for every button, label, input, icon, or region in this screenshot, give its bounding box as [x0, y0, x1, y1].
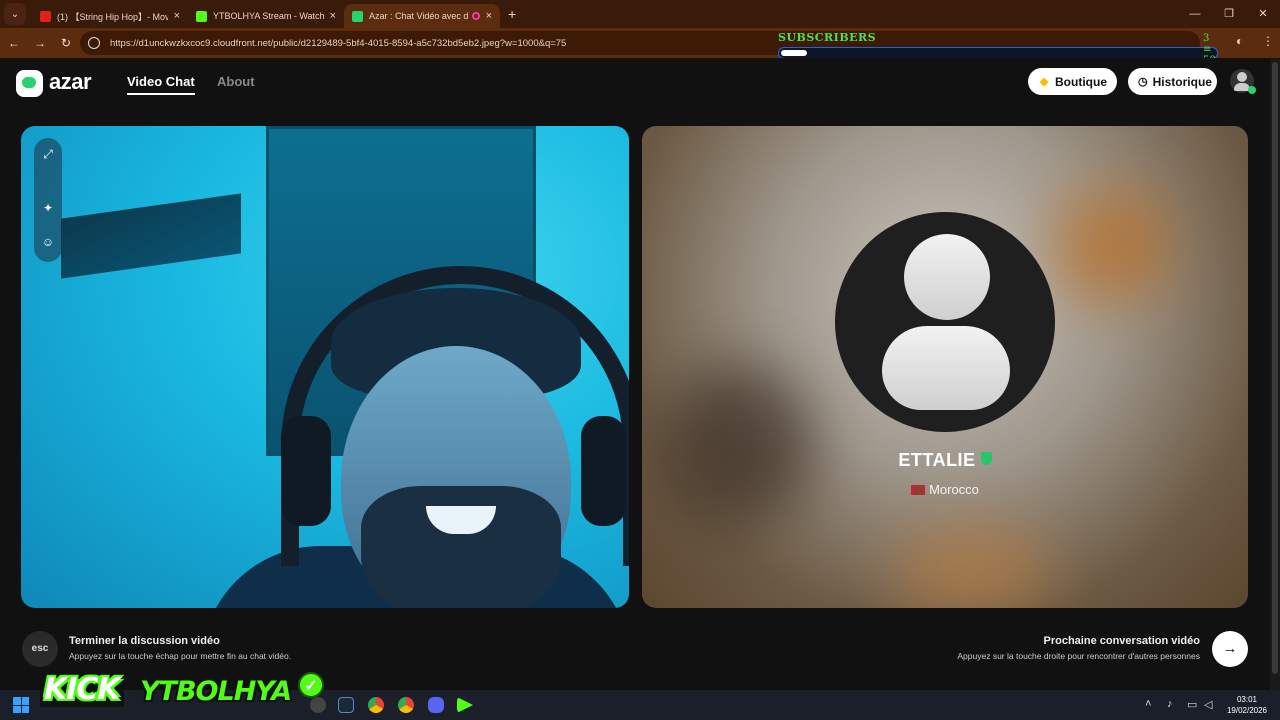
kick-favicon-icon	[196, 10, 207, 22]
remote-user-name-row: ETTALIE	[642, 450, 1248, 471]
steam-icon[interactable]	[338, 697, 354, 713]
close-tab-icon[interactable]: ×	[486, 10, 492, 22]
sticker-face-icon[interactable]: ☺	[40, 234, 56, 250]
microphone-icon[interactable]: ♪	[1167, 698, 1173, 710]
historique-button[interactable]: ◷ Historique	[1128, 68, 1217, 95]
close-tab-icon[interactable]: ×	[330, 10, 336, 22]
browser-tab-strip: ⌄ (1) 【String Hip Hop】- Move Qu × YTBOLH…	[0, 0, 1280, 28]
next-chat-button[interactable]: →	[1212, 631, 1248, 667]
close-tab-icon[interactable]: ×	[174, 10, 180, 22]
restore-button[interactable]: ❐	[1212, 0, 1246, 28]
expand-icon[interactable]: ⤢	[40, 146, 56, 162]
gem-icon: ◆	[1039, 76, 1049, 88]
verified-shield-icon	[980, 452, 992, 465]
nav-about[interactable]: About	[217, 74, 255, 89]
azar-header: azar Video Chat About ◆ Boutique ◷ Histo…	[0, 58, 1270, 110]
tab-kick[interactable]: YTBOLHYA Stream - Watch Live ×	[188, 4, 344, 28]
online-status-dot	[1248, 86, 1256, 94]
youtube-favicon-icon	[40, 10, 51, 22]
tray-chevron-icon[interactable]: ˄	[1145, 698, 1151, 710]
new-tab-button[interactable]: +	[508, 6, 516, 22]
tab-title: Azar : Chat Vidéo avec de n	[369, 11, 468, 21]
forward-arrow-icon[interactable]: →	[28, 36, 52, 50]
person-beard	[361, 486, 561, 608]
remote-avatar-body	[882, 326, 1010, 410]
display-icon[interactable]: ▭	[1187, 698, 1197, 711]
back-arrow-icon[interactable]: ←	[2, 36, 26, 50]
blurred-background	[1052, 186, 1172, 306]
chrome-icon[interactable]	[368, 697, 384, 713]
site-info-icon[interactable]	[88, 37, 100, 49]
kick-logo-text: KICK	[40, 672, 124, 707]
headphones-right-cup	[581, 416, 626, 526]
next-chat-subtitle: Appuyez sur la touche droite pour rencon…	[957, 651, 1200, 661]
clock-date: 19/02/2026	[1226, 706, 1268, 715]
system-clock[interactable]: 03:01 19/02/2026	[1222, 694, 1272, 716]
tab-azar[interactable]: Azar : Chat Vidéo avec de n ×	[344, 4, 500, 28]
blurred-background	[662, 366, 812, 526]
tab-youtube[interactable]: (1) 【String Hip Hop】- Move Qu ×	[32, 4, 188, 28]
close-window-button[interactable]: ✕	[1246, 0, 1280, 28]
remote-user-country-row: Morocco	[642, 482, 1248, 497]
video-tools-panel: ⤢ ✦ ☺	[34, 138, 62, 262]
end-chat-subtitle: Appuyez sur la touche échap pour mettre …	[69, 651, 292, 661]
magic-wand-icon[interactable]: ✦	[40, 200, 56, 216]
tab-title: (1) 【String Hip Hop】- Move Qu	[57, 11, 168, 22]
self-video-feed	[21, 126, 629, 608]
azar-favicon-icon	[352, 10, 363, 22]
tab-title: YTBOLHYA Stream - Watch Live	[213, 11, 324, 21]
kick-app-icon[interactable]	[457, 697, 473, 713]
windows-start-icon[interactable]	[13, 697, 29, 713]
subscribers-goal-overlay: SUBSCRIBERS 3 ≡ 50	[778, 31, 1218, 66]
azar-logo-text[interactable]: azar	[49, 69, 92, 95]
minimize-button[interactable]: —	[1178, 0, 1212, 28]
subscribers-progress-fill	[781, 50, 808, 56]
extension-icon[interactable]: ◐	[1236, 34, 1243, 48]
reload-icon[interactable]: ↻	[54, 36, 78, 50]
kick-channel-overlay: KICK YTBOLHYA ✓	[40, 670, 330, 716]
recording-icon	[471, 12, 480, 20]
scrollbar-thumb[interactable]	[1272, 62, 1278, 674]
page-scrollbar[interactable]	[1270, 58, 1280, 690]
remote-user-country: Morocco	[929, 482, 979, 497]
morocco-flag-icon	[911, 485, 926, 495]
tab-search-chevron-icon[interactable]: ⌄	[4, 3, 26, 25]
blurred-background	[892, 526, 1052, 608]
background-shelf	[61, 193, 241, 279]
headphones-left-cup	[281, 416, 331, 526]
window-controls: — ❐ ✕	[1178, 0, 1280, 28]
chrome-profile-icon[interactable]	[398, 697, 414, 713]
subscribers-label: SUBSCRIBERS	[778, 31, 877, 44]
esc-key-button[interactable]: esc	[22, 631, 58, 667]
end-chat-title: Terminer la discussion vidéo	[69, 635, 220, 647]
remote-user-name: ETTALIE	[898, 450, 976, 470]
clock-time: 03:01	[1236, 695, 1258, 704]
remote-video-feed: ETTALIE Morocco	[642, 126, 1248, 608]
next-chat-title: Prochaine conversation vidéo	[1043, 635, 1201, 647]
boutique-label: Boutique	[1055, 74, 1107, 89]
historique-label: Historique	[1152, 74, 1212, 89]
url-text: https://d1unckwzkxcoc9.cloudfront.net/pu…	[110, 37, 567, 49]
clock-icon: ◷	[1138, 76, 1148, 88]
channel-name: YTBOLHYA	[140, 676, 292, 707]
azar-logo-icon[interactable]	[16, 70, 43, 97]
profile-avatar[interactable]	[1230, 69, 1256, 94]
volume-icon[interactable]: ◁	[1204, 698, 1212, 711]
remote-avatar-head	[904, 234, 990, 320]
discord-icon[interactable]	[428, 697, 444, 713]
boutique-button[interactable]: ◆ Boutique	[1028, 68, 1117, 95]
browser-menu-icon[interactable]: ⋮	[1262, 34, 1274, 48]
nav-video-chat[interactable]: Video Chat	[127, 74, 195, 95]
verified-check-icon: ✓	[298, 672, 324, 698]
